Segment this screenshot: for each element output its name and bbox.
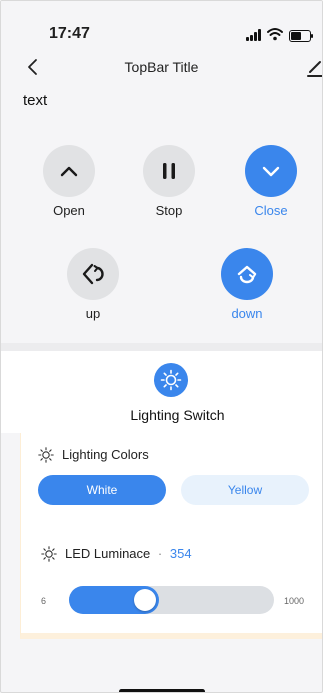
luminance-separator: · bbox=[157, 546, 163, 561]
rotate-right-icon bbox=[237, 265, 257, 284]
phone-screen: 17:47 TopBar Title text Open Stop Close … bbox=[0, 0, 323, 693]
chevron-down-icon bbox=[262, 166, 280, 177]
close-circle bbox=[245, 145, 297, 197]
color-option-white[interactable]: White bbox=[38, 475, 166, 505]
slider-min-label: 6 bbox=[41, 596, 47, 606]
wifi-icon bbox=[267, 28, 283, 41]
close-button[interactable]: Close bbox=[231, 145, 311, 218]
open-label: Open bbox=[53, 203, 85, 218]
luminance-value: 354 bbox=[169, 546, 192, 561]
lighting-switch-label: Lighting Switch bbox=[130, 407, 225, 423]
lighting-colors-label: Lighting Colors bbox=[62, 447, 149, 462]
luminance-slider[interactable] bbox=[69, 586, 274, 614]
color-option-yellow[interactable]: Yellow bbox=[181, 475, 309, 505]
page-title: TopBar Title bbox=[124, 59, 199, 75]
down-button[interactable]: down bbox=[207, 248, 287, 321]
top-bar: TopBar Title bbox=[1, 53, 322, 83]
luminance-label: LED Luminace bbox=[65, 546, 151, 561]
signal-icon bbox=[246, 29, 264, 41]
edit-icon[interactable] bbox=[307, 57, 323, 77]
status-bar: 17:47 bbox=[1, 1, 322, 59]
stop-circle bbox=[143, 145, 195, 197]
down-circle bbox=[221, 248, 273, 300]
text-label: text bbox=[23, 92, 48, 109]
slider-thumb[interactable] bbox=[133, 589, 156, 611]
up-button[interactable]: up bbox=[53, 248, 133, 321]
section-divider bbox=[1, 343, 322, 351]
up-circle bbox=[67, 248, 119, 300]
battery-icon bbox=[289, 30, 313, 42]
rotate-left-icon bbox=[82, 263, 104, 285]
status-time: 17:47 bbox=[49, 25, 90, 42]
open-circle bbox=[43, 145, 95, 197]
sun-outline-icon bbox=[38, 447, 54, 463]
close-label: Close bbox=[254, 203, 288, 218]
chevron-up-icon bbox=[60, 166, 78, 177]
slider-max-label: 1000 bbox=[284, 596, 305, 606]
stop-label: Stop bbox=[155, 203, 183, 218]
stop-button[interactable]: Stop bbox=[129, 145, 209, 218]
up-label: up bbox=[85, 306, 101, 321]
down-label: down bbox=[231, 306, 263, 321]
lighting-switch-button[interactable] bbox=[154, 363, 188, 397]
luminance-row: LED Luminace · 354 bbox=[65, 546, 192, 561]
home-indicator bbox=[119, 689, 205, 692]
sun-outline-icon bbox=[41, 546, 57, 562]
open-button[interactable]: Open bbox=[29, 145, 109, 218]
sun-icon bbox=[160, 369, 182, 391]
pause-icon bbox=[163, 163, 175, 179]
